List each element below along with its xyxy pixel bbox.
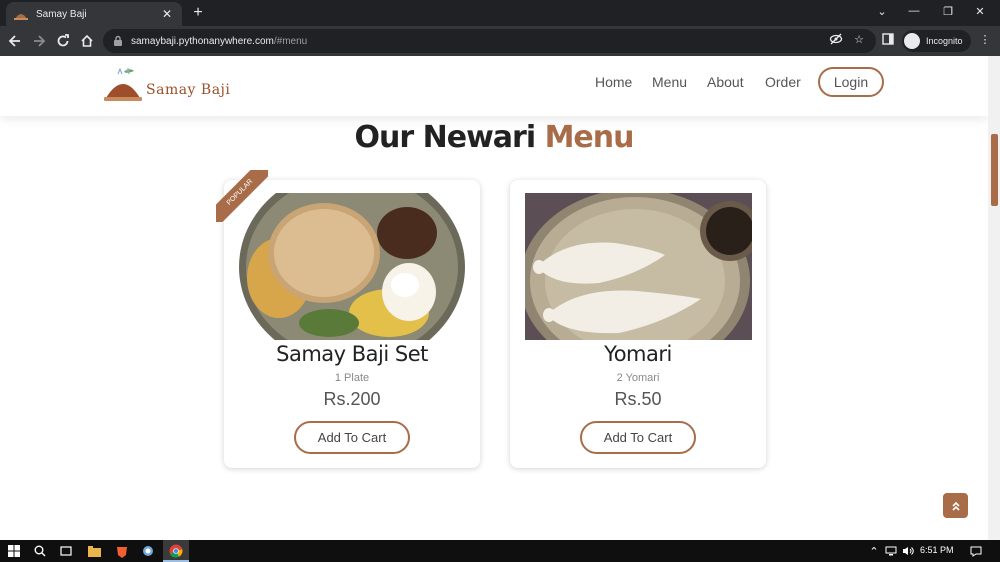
- web-page: Samay Baji Home Menu About Order Login O…: [0, 56, 1000, 540]
- windows-taskbar: ⌃ 6:51 PM: [0, 540, 1000, 562]
- item-name: Samay Baji Set: [276, 342, 428, 366]
- task-view-icon[interactable]: [58, 543, 74, 559]
- tab-search-icon[interactable]: ⌄: [866, 0, 898, 22]
- browser-tab-strip: Samay Baji ✕ + ⌄ — ❐ ✕: [0, 0, 1000, 26]
- item-quantity: 2 Yomari: [616, 372, 660, 384]
- url-path: /#menu: [273, 35, 308, 47]
- home-icon[interactable]: [76, 30, 98, 52]
- incognito-label: Incognito: [926, 36, 963, 46]
- add-to-cart-button[interactable]: Add To Cart: [580, 421, 696, 454]
- item-quantity: 1 Plate: [334, 372, 370, 384]
- item-price: Rs.200: [323, 389, 381, 409]
- more-menu-icon[interactable]: ⋮: [978, 32, 992, 46]
- volume-icon[interactable]: [900, 543, 916, 559]
- chrome-icon[interactable]: [168, 543, 184, 559]
- app-icon[interactable]: [140, 543, 156, 559]
- minimize-button[interactable]: —: [898, 0, 930, 22]
- page-scrollbar[interactable]: [988, 56, 1000, 540]
- address-bar[interactable]: samaybaji.pythonanywhere.com/#menu: [103, 29, 876, 53]
- tray-chevron-up-icon[interactable]: ⌃: [866, 543, 882, 559]
- item-price: Rs.50: [614, 389, 662, 409]
- brand-name: Samay Baji: [146, 82, 231, 98]
- close-window-button[interactable]: ✕: [964, 0, 996, 22]
- nav-about[interactable]: About: [707, 74, 744, 90]
- site-logo[interactable]: Samay Baji: [104, 68, 230, 102]
- taskbar-clock[interactable]: 6:51 PM: [920, 545, 954, 555]
- popular-badge: POPULAR: [216, 170, 268, 222]
- reload-icon[interactable]: [52, 30, 74, 52]
- browser-tab[interactable]: Samay Baji ✕: [6, 2, 182, 26]
- site-favicon-icon: [14, 7, 28, 21]
- windows-start-icon[interactable]: [6, 543, 22, 559]
- restore-button[interactable]: ❐: [932, 0, 964, 22]
- back-to-top-button[interactable]: [943, 493, 968, 518]
- tracking-blocked-icon[interactable]: [829, 32, 843, 46]
- title-accent: Menu: [544, 120, 635, 155]
- forward-arrow-icon[interactable]: [28, 30, 50, 52]
- lock-icon: [114, 35, 122, 46]
- file-explorer-icon[interactable]: [86, 543, 102, 559]
- side-panel-icon[interactable]: [881, 32, 895, 46]
- browser-toolbar: samaybaji.pythonanywhere.com/#menu ☆ Inc…: [0, 26, 1000, 56]
- new-tab-button[interactable]: +: [190, 3, 206, 23]
- add-to-cart-button[interactable]: Add To Cart: [294, 421, 410, 454]
- samay-baji-image: [239, 193, 466, 340]
- menu-card-yomari: Yomari 2 Yomari Rs.50 Add To Cart: [510, 180, 766, 468]
- login-button[interactable]: Login: [818, 67, 884, 97]
- url-host: samaybaji.pythonanywhere.com: [131, 35, 274, 47]
- notification-icon[interactable]: [968, 543, 984, 559]
- nav-menu[interactable]: Menu: [652, 74, 687, 90]
- back-arrow-icon[interactable]: [4, 30, 26, 52]
- popular-ribbon: POPULAR: [216, 170, 268, 222]
- yomari-image: [525, 193, 752, 340]
- nav-home[interactable]: Home: [595, 74, 632, 90]
- tab-close-icon[interactable]: ✕: [160, 7, 174, 21]
- section-title: Our Newari Menu: [0, 120, 988, 155]
- brave-browser-icon[interactable]: [114, 543, 130, 559]
- tab-title: Samay Baji: [36, 8, 87, 20]
- bookmark-star-icon[interactable]: ☆: [852, 32, 866, 46]
- incognito-indicator[interactable]: Incognito: [902, 30, 971, 52]
- incognito-icon: [904, 33, 920, 49]
- nav-order[interactable]: Order: [765, 74, 801, 90]
- item-name: Yomari: [604, 342, 672, 366]
- double-chevron-up-icon: [951, 501, 960, 511]
- network-icon[interactable]: [883, 543, 899, 559]
- scrollbar-thumb[interactable]: [991, 134, 998, 206]
- site-header: Samay Baji Home Menu About Order Login: [0, 56, 988, 116]
- menu-card-samay-baji: Samay Baji Set 1 Plate Rs.200 Add To Car…: [224, 180, 480, 468]
- title-main: Our Newari: [354, 120, 537, 155]
- logo-icon: [104, 68, 142, 101]
- search-icon[interactable]: [32, 543, 48, 559]
